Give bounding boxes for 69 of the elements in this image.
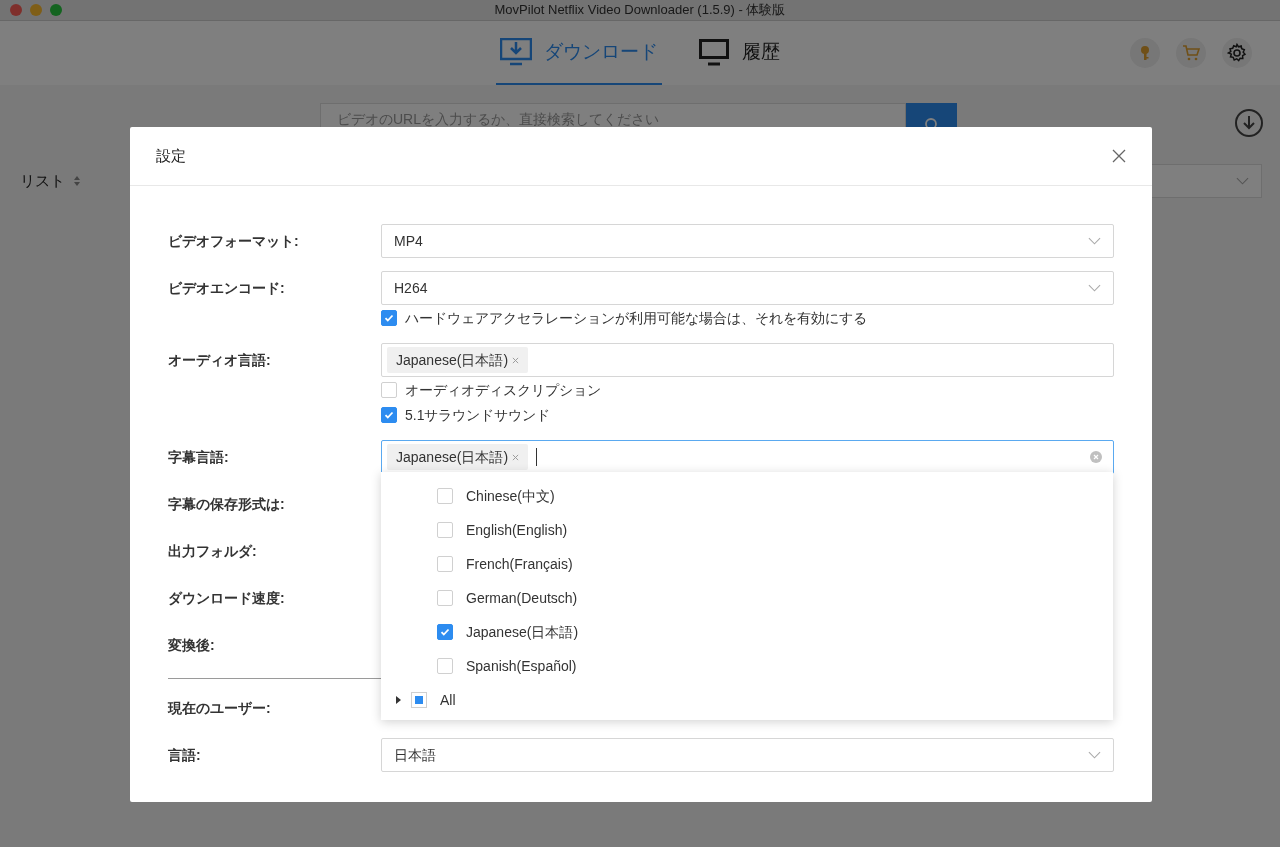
expand-arrow-icon[interactable]	[396, 696, 402, 704]
window-title: MovPilot Netflix Video Downloader (1.5.9) - 体験版	[494, 1, 786, 20]
language-option[interactable]: Chinese(中文)	[381, 479, 1113, 513]
tag-input-field[interactable]: Japanese(日本語)	[381, 440, 1114, 474]
close-icon[interactable]	[1112, 149, 1126, 163]
option-label: ハードウェアアクセラレーションが利用可能な場合は、それを有効にする	[405, 308, 867, 328]
minimize-window-button[interactable]	[30, 4, 42, 16]
field-label: 字幕の保存形式は:	[168, 494, 285, 514]
language-option[interactable]: English(English)	[381, 513, 1113, 547]
language-option[interactable]: Spanish(Español)	[381, 649, 1113, 683]
option-label: All	[440, 690, 456, 710]
checkbox[interactable]	[437, 624, 453, 640]
list-label: リスト	[20, 170, 65, 191]
option-label: 5.1サラウンドサウンド	[405, 405, 551, 425]
field-label: 字幕言語:	[168, 447, 229, 467]
checkbox[interactable]	[437, 488, 453, 504]
language-option[interactable]: French(Français)	[381, 547, 1113, 581]
language-option[interactable]: Japanese(日本語)	[381, 615, 1113, 649]
field-label: 現在のユーザー:	[168, 698, 271, 718]
cart-button[interactable]	[1176, 38, 1206, 68]
nav-tab[interactable]: 履歴	[694, 21, 784, 85]
select-field[interactable]: H264	[381, 271, 1114, 305]
checkbox[interactable]	[437, 522, 453, 538]
key-button[interactable]	[1130, 38, 1160, 68]
monitor-icon	[698, 38, 730, 66]
zoom-window-button[interactable]	[50, 4, 62, 16]
checkbox[interactable]	[381, 382, 397, 398]
option-label: オーディオディスクリプション	[405, 380, 601, 400]
field-label: 言語:	[168, 745, 201, 765]
checkbox[interactable]	[381, 407, 397, 423]
field-label: 変換後:	[168, 635, 215, 655]
tag-input-field[interactable]: Japanese(日本語)	[381, 343, 1114, 377]
chevron-down-icon	[1088, 751, 1101, 759]
close-icon[interactable]	[512, 453, 520, 461]
chevron-down-icon	[1088, 284, 1101, 292]
check-icon	[383, 312, 395, 324]
chevron-down-icon	[1088, 237, 1101, 245]
settings-button[interactable]	[1222, 38, 1252, 68]
select-value: H264	[394, 278, 428, 298]
check-icon	[439, 626, 451, 638]
checkbox[interactable]	[437, 590, 453, 606]
close-icon[interactable]	[512, 356, 520, 364]
language-option[interactable]: German(Deutsch)	[381, 581, 1113, 615]
checkbox[interactable]	[437, 556, 453, 572]
download-monitor-icon	[500, 38, 532, 66]
field-label: オーディオ言語:	[168, 350, 271, 370]
field-label: ダウンロード速度:	[168, 588, 285, 608]
field-label: ビデオフォーマット:	[168, 231, 299, 251]
clear-icon[interactable]	[1090, 451, 1102, 463]
select-value: MP4	[394, 231, 423, 251]
field-label: ビデオエンコード:	[168, 278, 285, 298]
dialog-title: 設定	[156, 145, 186, 166]
field-label: 出力フォルダ:	[168, 541, 257, 561]
language-tag: Japanese(日本語)	[387, 444, 529, 470]
checkbox[interactable]	[381, 310, 397, 326]
sort-icon[interactable]	[73, 175, 81, 187]
chevron-down-icon	[1236, 177, 1249, 185]
settings-icon	[1227, 43, 1247, 63]
text-cursor	[536, 448, 538, 466]
check-icon	[383, 409, 395, 421]
checkbox[interactable]	[411, 692, 427, 708]
download-circle-icon[interactable]	[1234, 108, 1264, 138]
language-tag: Japanese(日本語)	[387, 347, 529, 373]
select-field[interactable]: 日本語	[381, 738, 1114, 772]
select-field[interactable]: MP4	[381, 224, 1114, 258]
select-value: 日本語	[394, 745, 436, 765]
close-window-button[interactable]	[10, 4, 22, 16]
cart-icon	[1182, 45, 1200, 61]
checkbox[interactable]	[437, 658, 453, 674]
